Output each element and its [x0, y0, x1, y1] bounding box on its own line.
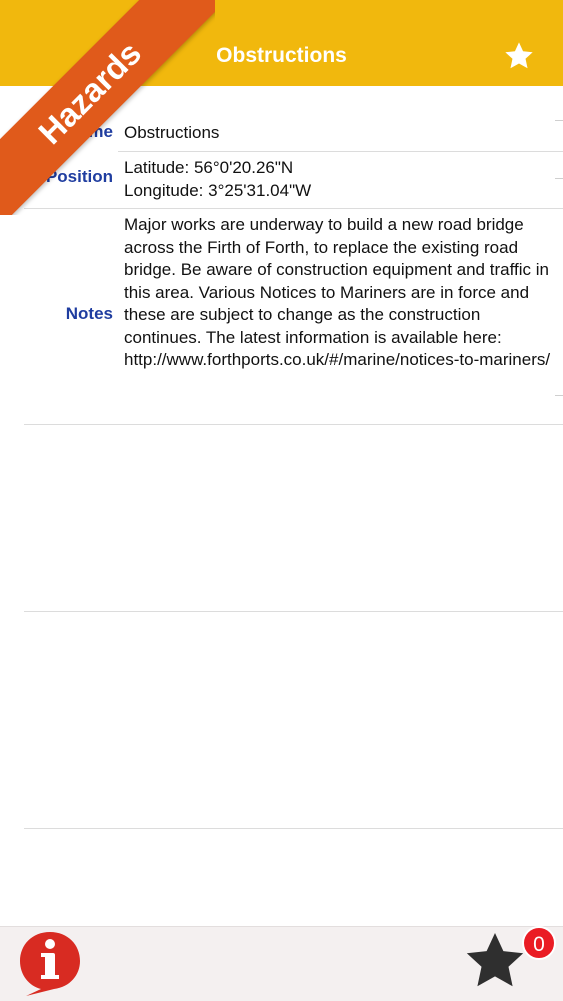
position-value: Latitude: 56°0'20.26"N Longitude: 3°25'3… [124, 157, 554, 202]
separator [24, 611, 563, 612]
separator [118, 151, 563, 152]
separator [555, 120, 563, 121]
favorites-count-badge: 0 [522, 926, 556, 960]
nav-bar: Obstructions [0, 0, 563, 86]
notes-row: Notes Major works are underway to build … [0, 214, 563, 419]
page-title: Obstructions [216, 44, 347, 67]
notes-label: Notes [65, 304, 113, 323]
name-value: Obstructions [124, 123, 220, 142]
latitude-text: Latitude: 56°0'20.26"N [124, 158, 294, 177]
separator [555, 395, 563, 396]
favorites-star-icon[interactable] [462, 928, 528, 994]
separator [555, 178, 563, 179]
separator [24, 424, 563, 425]
name-row: Name Obstructions [0, 120, 563, 150]
name-label: Name [66, 122, 113, 141]
position-label: Position [45, 167, 113, 186]
info-icon[interactable] [14, 928, 86, 998]
separator [24, 828, 563, 829]
separator [24, 208, 563, 209]
position-row: Position Latitude: 56°0'20.26"N Longitud… [0, 157, 563, 207]
star-icon[interactable] [503, 40, 535, 72]
notes-value: Major works are underway to build a new … [124, 215, 551, 369]
longitude-text: Longitude: 3°25'31.04"W [124, 180, 312, 200]
